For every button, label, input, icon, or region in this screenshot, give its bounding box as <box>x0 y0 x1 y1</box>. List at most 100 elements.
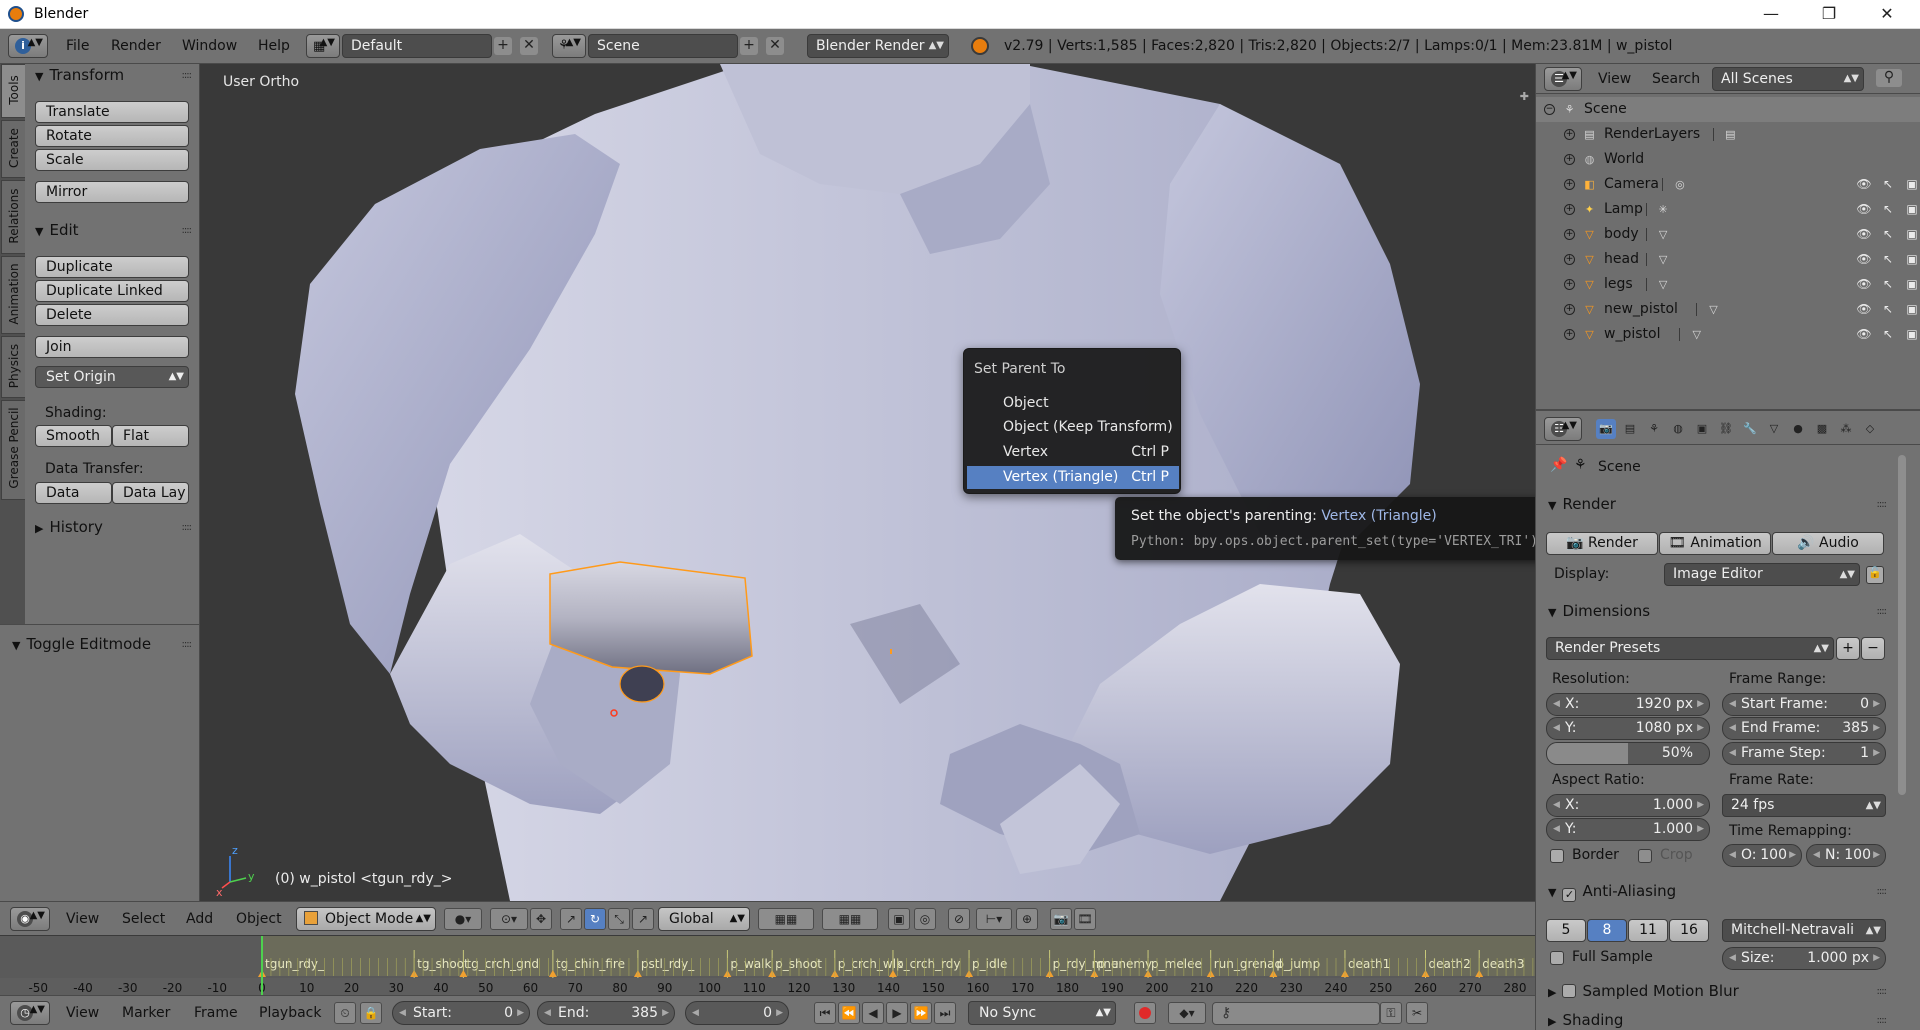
aa-samples-16-button[interactable]: 16 <box>1669 919 1709 942</box>
outliner-row-body[interactable]: + ▽ body ▽ 👁 ↖ ▣ <box>1536 222 1920 247</box>
world-tab-icon[interactable]: ◍ <box>1668 419 1688 439</box>
render-camera-icon[interactable]: ▣ <box>1904 201 1920 217</box>
sampled-motion-blur-header[interactable]: ▶ Sampled Motion Blur <box>1548 982 1739 1000</box>
pivot-point-icon[interactable]: ⊙▾ <box>490 908 528 930</box>
eye-icon[interactable]: 👁 <box>1856 226 1872 242</box>
menu-frame[interactable]: Frame <box>194 996 238 1030</box>
translate-manipulator-icon[interactable]: ↗ <box>560 908 582 930</box>
render-camera-icon[interactable]: ▣ <box>1904 301 1920 317</box>
menu-view[interactable]: View <box>66 902 99 936</box>
editor-type-button[interactable]: ◉ ▲▼ <box>10 907 50 931</box>
display-mode-dropdown[interactable]: All Scenes ▲▼ <box>1712 67 1864 91</box>
panel-grip-icon[interactable]: :::: <box>1877 986 1888 997</box>
lock-interface-icon[interactable]: 🔓 <box>1866 566 1884 584</box>
aspect-x-field[interactable]: ◀ X: 1.000 ▶ <box>1546 794 1710 817</box>
panel-grip-icon[interactable]: :::: <box>182 225 193 236</box>
display-dropdown[interactable]: Image Editor ▲▼ <box>1664 563 1860 586</box>
outliner-row-scene[interactable]: − ⚘ Scene <box>1536 97 1920 122</box>
screen-layout-icon[interactable]: ▦ ▲▼ <box>306 34 340 58</box>
time-remap-new-field[interactable]: ◀ N: 100 ▶ <box>1806 844 1886 867</box>
select-arrow-icon[interactable]: ↖ <box>1880 226 1896 242</box>
select-arrow-icon[interactable]: ↖ <box>1880 201 1896 217</box>
add-preset-button[interactable]: + <box>1836 637 1860 660</box>
viewport-shading-icon[interactable]: ●▾ <box>444 908 482 930</box>
menu-object[interactable]: Object <box>236 902 282 936</box>
lock-range-icon[interactable]: 🔒 <box>360 1002 382 1024</box>
add-scene-icon[interactable]: + <box>740 37 758 55</box>
dimensions-panel-header[interactable]: ▼ Dimensions <box>1548 602 1650 620</box>
jump-end-icon[interactable]: ⏭ <box>934 1002 956 1024</box>
object-data-icon[interactable]: ◎ <box>1672 177 1687 192</box>
aa-samples-8-button[interactable]: 8 <box>1587 919 1627 942</box>
aspect-y-field[interactable]: ◀ Y: 1.000 ▶ <box>1546 818 1710 841</box>
preview-range-icon[interactable]: ⏲ <box>334 1002 356 1024</box>
resolution-x-field[interactable]: ◀ X: 1920 px ▶ <box>1546 693 1710 716</box>
data-tab-icon[interactable]: ▽ <box>1764 419 1784 439</box>
expand-toggle-icon[interactable]: + <box>1564 329 1575 340</box>
anti-aliasing-checkbox[interactable]: ✓ <box>1562 888 1577 902</box>
physics-tab-icon[interactable]: ◇ <box>1860 419 1880 439</box>
3d-viewport[interactable]: z y x User Ortho (0) w_pistol <tgun_rdy_… <box>200 64 1535 901</box>
snap-target-icon[interactable]: ⊕ <box>1016 908 1038 930</box>
tab-grease-pencil[interactable]: Grease Pencil <box>1 400 25 500</box>
border-checkbox[interactable] <box>1550 849 1564 863</box>
object-data-icon[interactable]: ▽ <box>1706 302 1721 317</box>
expand-toggle-icon[interactable]: + <box>1564 154 1575 165</box>
eye-icon[interactable]: 👁 <box>1856 301 1872 317</box>
active-keying-set-field[interactable]: ⚷ <box>1212 1002 1380 1025</box>
render-audio-button[interactable]: 🔊 Audio <box>1772 532 1884 555</box>
render-layers-tab-icon[interactable]: ▤ <box>1620 419 1640 439</box>
material-tab-icon[interactable]: ● <box>1788 419 1808 439</box>
outliner-row-w-pistol[interactable]: + ▽ w_pistol ▽ 👁 ↖ ▣ <box>1536 322 1920 347</box>
object-data-icon[interactable]: ▤ <box>1723 127 1738 142</box>
timeline-canvas[interactable]: tgun_rdy_ tg_shoottg_crch_gnd tg_chin_fire… <box>0 936 1535 995</box>
render-tab-icon[interactable]: 📷 <box>1596 419 1616 439</box>
panel-grip-icon[interactable]: :::: <box>1877 606 1888 617</box>
eye-icon[interactable]: 👁 <box>1856 251 1872 267</box>
layers-grid-icon[interactable]: ▦▦ <box>758 908 814 930</box>
tab-create[interactable]: Create <box>1 120 25 178</box>
outliner-row-legs[interactable]: + ▽ legs ▽ 👁 ↖ ▣ <box>1536 272 1920 297</box>
delete-scene-icon[interactable]: ✕ <box>766 37 784 55</box>
transform-panel-header[interactable]: ▼ Transform <box>35 66 124 86</box>
object-tab-icon[interactable]: ▣ <box>1692 419 1712 439</box>
motion-blur-checkbox[interactable] <box>1562 984 1577 998</box>
delete-keyframe-icon[interactable]: ✂ <box>1406 1002 1428 1024</box>
time-remap-old-field[interactable]: ◀ O: 100 ▶ <box>1722 844 1802 867</box>
play-reverse-icon[interactable]: ◀ <box>862 1002 884 1024</box>
rotate-manipulator-icon[interactable]: ↻ <box>584 908 606 930</box>
anti-aliasing-panel-header[interactable]: ▼ ✓ Anti-Aliasing <box>1548 882 1676 902</box>
frame-rate-dropdown[interactable]: 24 fps ▲▼ <box>1722 794 1886 817</box>
object-data-icon[interactable]: ▽ <box>1656 277 1671 292</box>
expand-toggle-icon[interactable]: + <box>1564 229 1575 240</box>
layers-grid-2-icon[interactable]: ▦▦ <box>822 908 878 930</box>
crop-checkbox[interactable] <box>1638 849 1652 863</box>
eye-icon[interactable]: 👁 <box>1856 276 1872 292</box>
data-layout-button[interactable]: Data Lay <box>112 482 189 504</box>
texture-tab-icon[interactable]: ▩ <box>1812 419 1832 439</box>
eye-icon[interactable]: 👁 <box>1856 201 1872 217</box>
duplicate-linked-button[interactable]: Duplicate Linked <box>35 280 189 302</box>
smooth-button[interactable]: Smooth <box>35 425 112 447</box>
transform-orientation-dropdown[interactable]: Global ▲▼ <box>658 907 750 931</box>
minimize-button[interactable]: — <box>1742 0 1800 29</box>
menu-item-vertex-triangle[interactable]: Vertex (Triangle) Ctrl P <box>967 466 1179 489</box>
outliner-row-renderlayers[interactable]: + ▤ RenderLayers ▤ <box>1536 122 1920 147</box>
properties-scrollbar[interactable] <box>1898 455 1906 795</box>
render-still-button[interactable]: 📷 Render <box>1546 532 1658 555</box>
data-transfer-button[interactable]: Data <box>35 482 112 504</box>
frame-step-field[interactable]: ◀ Frame Step: 1 ▶ <box>1722 742 1886 765</box>
remove-preset-button[interactable]: − <box>1861 637 1885 660</box>
outliner-row-world[interactable]: + ◍ World <box>1536 147 1920 172</box>
manipulator-toggle-icon[interactable]: ✥ <box>530 908 552 930</box>
interaction-mode-dropdown[interactable]: Object Mode ▲▼ <box>296 907 436 931</box>
panel-grip-icon[interactable]: :::: <box>182 639 193 650</box>
expand-toggle-icon[interactable]: − <box>1544 104 1555 115</box>
render-camera-icon[interactable]: ▣ <box>1904 176 1920 192</box>
select-arrow-icon[interactable]: ↖ <box>1880 251 1896 267</box>
scale-button[interactable]: Scale <box>35 149 189 171</box>
object-data-icon[interactable]: ✳ <box>1656 202 1671 217</box>
resolution-y-field[interactable]: ◀ Y: 1080 px ▶ <box>1546 717 1710 740</box>
menu-add[interactable]: Add <box>186 902 213 936</box>
auto-keying-icon[interactable] <box>1134 1002 1156 1024</box>
